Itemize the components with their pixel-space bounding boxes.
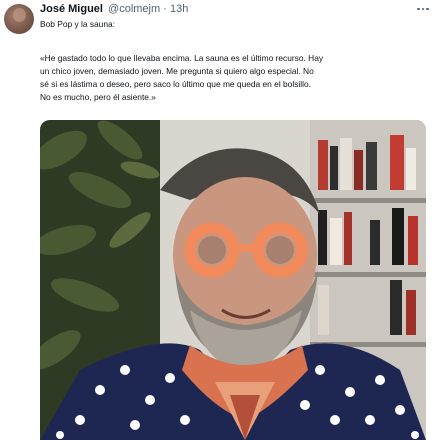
author-handle[interactable]: @colmejm — [108, 3, 160, 15]
tweet-text-line-4: sé si es lástima o deseo, pero saco lo ú… — [40, 79, 311, 89]
tweet-text-line-2: «He gastado todo lo que llevaba encima. … — [40, 53, 324, 63]
more-horizontal-icon[interactable] — [414, 2, 432, 16]
tweet-text-line-5: No es mucho, pero él asiente.» — [40, 92, 156, 102]
photo-illustration — [40, 120, 426, 440]
tweet-text-line-1: Bob Pop y la sauna: — [40, 19, 115, 29]
tweet-photo[interactable] — [40, 120, 426, 440]
tweet-text-line-3: un chico joven, demasiado joven. Me preg… — [40, 66, 314, 76]
avatar[interactable] — [4, 4, 34, 34]
separator-dot: · — [163, 3, 167, 15]
tweet[interactable]: José Miguel @colmejm · 13h Bob Pop y la … — [0, 0, 438, 440]
tweet-header: José Miguel @colmejm · 13h — [40, 2, 188, 16]
timestamp[interactable]: 13h — [170, 3, 188, 15]
author-name[interactable]: José Miguel — [40, 3, 103, 15]
